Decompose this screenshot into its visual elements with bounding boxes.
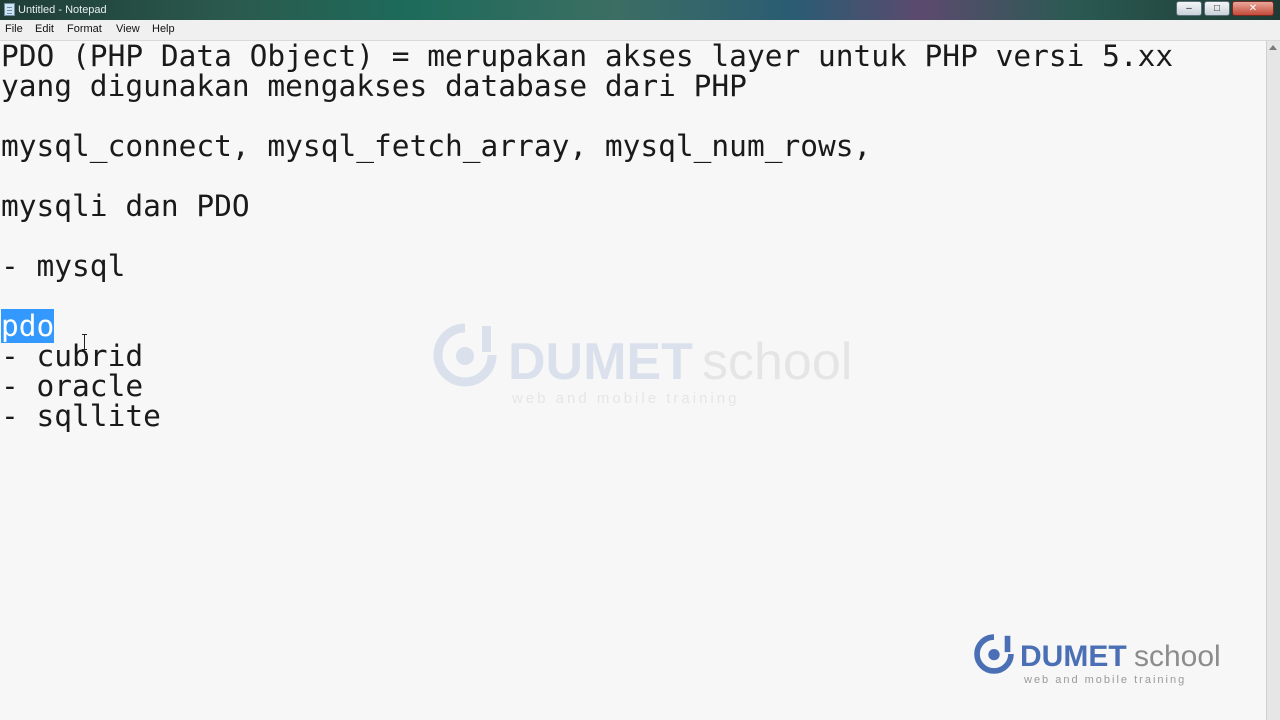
watermark-brand-bold: DUMET	[508, 333, 693, 391]
menu-edit[interactable]: Edit	[35, 23, 54, 35]
vertical-scrollbar[interactable]	[1266, 41, 1280, 720]
text-line: - mysql	[1, 249, 126, 283]
menu-bar: File Edit Format View Help	[0, 20, 1280, 41]
watermark-center: DUMET school web and mobile training	[430, 312, 860, 412]
dumet-logo-icon	[433, 323, 497, 387]
watermark-brand-bold: DUMET	[1020, 640, 1127, 673]
scroll-up-arrow-icon[interactable]	[1269, 45, 1277, 50]
text-line: yang digunakan mengakses database dari P…	[1, 69, 747, 103]
watermark-tagline: web and mobile training	[512, 390, 740, 407]
window-title: Untitled - Notepad	[18, 4, 107, 16]
text-line: mysqli dan PDO	[1, 189, 250, 223]
text-line: mysql_connect, mysql_fetch_array, mysql_…	[1, 129, 872, 163]
menu-file[interactable]: File	[5, 23, 23, 35]
watermark-brand-light: school	[702, 333, 853, 391]
text-line: PDO (PHP Data Object) = merupakan akses …	[1, 41, 1174, 73]
watermark-brand-light: school	[1134, 640, 1221, 673]
menu-view[interactable]: View	[116, 23, 140, 35]
text-line: - oracle	[1, 369, 144, 403]
text-line: - cubrid	[1, 339, 144, 373]
dumet-logo-icon	[974, 634, 1014, 674]
close-button[interactable]: ✕	[1232, 1, 1274, 16]
text-line-selected: pdo	[1, 309, 55, 343]
window-controls: – □ ✕	[1176, 1, 1274, 16]
watermark-corner: DUMET school web and mobile training	[972, 630, 1242, 690]
text-selection: pdo	[1, 309, 55, 343]
ibeam-cursor-icon	[82, 334, 87, 350]
menu-help[interactable]: Help	[152, 23, 175, 35]
menu-format[interactable]: Format	[67, 23, 102, 35]
title-bar: Untitled - Notepad – □ ✕	[0, 0, 1280, 20]
watermark-tagline: web and mobile training	[1024, 674, 1187, 686]
notepad-icon	[4, 3, 15, 16]
text-line: - sqllite	[1, 399, 161, 433]
minimize-button[interactable]: –	[1176, 1, 1202, 16]
maximize-button[interactable]: □	[1204, 1, 1230, 16]
